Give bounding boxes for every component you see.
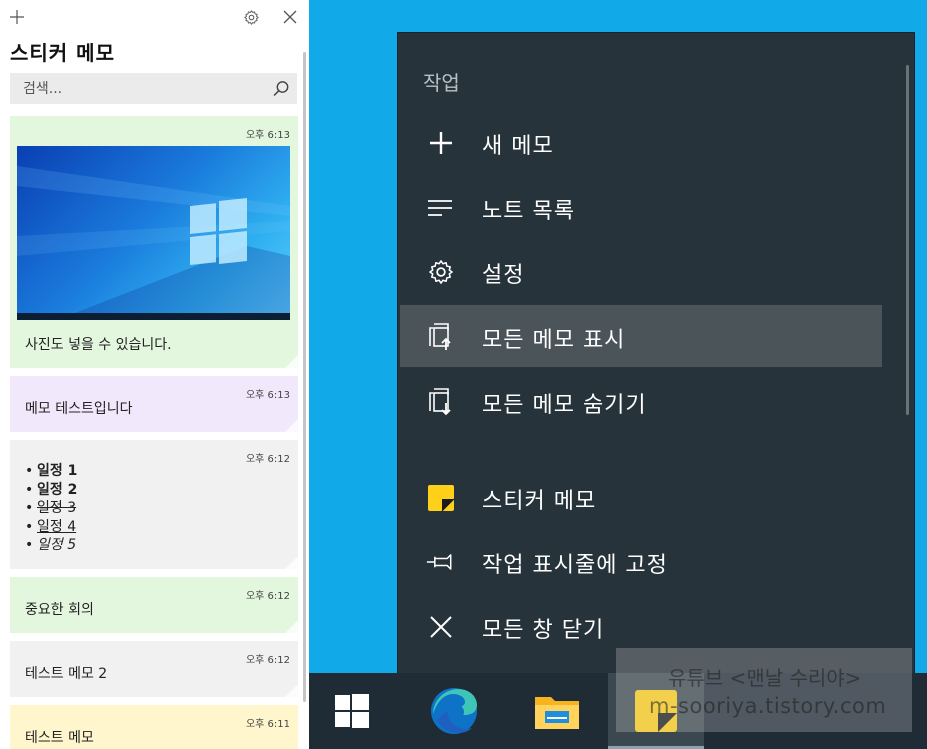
windows-wallpaper-image (17, 166, 290, 320)
jump-item-new-note[interactable]: 새 메모 (400, 111, 882, 173)
list-item: • 일정 4 (25, 518, 77, 535)
jump-list-heading: 작업 (423, 71, 460, 95)
jump-item-show-all-notes[interactable]: 모든 메모 표시 (400, 305, 882, 367)
sticky-notes-window: 스티커 메모 오후 6:13 사진도 넣을 수 있습니다. (0, 0, 307, 749)
jump-item-notes-list[interactable]: 노트 목록 (400, 176, 882, 238)
file-explorer-icon (535, 697, 579, 729)
hide-all-icon (426, 387, 456, 417)
note-image (17, 146, 290, 320)
watermark-line1: 유튜브 <맨날 수리야> (668, 666, 862, 690)
notes-scrollbar[interactable] (303, 52, 306, 702)
close-button[interactable] (276, 3, 304, 31)
note-card[interactable]: 오후 6:12 중요한 회의 (10, 577, 298, 633)
close-icon (283, 10, 297, 24)
plus-icon (10, 10, 24, 24)
taskbar-edge[interactable] (411, 673, 497, 749)
search-box[interactable] (10, 73, 297, 104)
note-corner (285, 419, 298, 432)
plus-icon (426, 128, 456, 158)
note-time: 오후 6:13 (245, 130, 290, 141)
jump-item-settings[interactable]: 설정 (400, 240, 882, 302)
list-item: • 일정 5 (25, 537, 77, 553)
jump-item-label: 설정 (482, 263, 525, 288)
gear-icon (426, 257, 456, 287)
jump-list-menu: 작업 새 메모 노트 목록 설정 모든 메모 표시 모든 메모 숨기기 스티커 … (397, 32, 915, 682)
pin-icon (426, 547, 456, 577)
app-title: 스티커 메모 (10, 41, 115, 65)
jump-item-label: 작업 표시줄에 고정 (482, 553, 668, 578)
note-card[interactable]: 오후 6:13 사진도 넣을 수 있습니다. (10, 116, 298, 368)
jump-item-label: 새 메모 (482, 134, 554, 159)
mini-taskbar (17, 313, 290, 320)
watermark-line2: m-sooriya.tistory.com (649, 694, 887, 718)
note-time: 오후 6:13 (245, 390, 290, 401)
list-item: • 일정 1 (25, 463, 78, 479)
jump-item-label: 모든 메모 표시 (482, 328, 626, 353)
note-bullet-list: • 일정 1 • 일정 2 • 일정 3 • 일정 4 • 일정 5 (25, 462, 77, 555)
jump-item-hide-all-notes[interactable]: 모든 메모 숨기기 (400, 370, 882, 432)
watermark: 유튜브 <맨날 수리야> m-sooriya.tistory.com (616, 648, 912, 732)
note-corner (285, 620, 298, 633)
jump-list-scrollbar[interactable] (906, 65, 909, 415)
note-card[interactable]: 오후 6:13 메모 테스트입니다 (10, 376, 298, 432)
show-all-icon (426, 322, 456, 352)
start-button[interactable] (309, 673, 395, 749)
search-icon[interactable] (271, 79, 291, 99)
settings-button[interactable] (237, 3, 265, 31)
close-icon (426, 612, 456, 642)
note-text: 테스트 메모 (25, 730, 94, 746)
jump-item-label: 모든 창 닫기 (482, 618, 605, 643)
note-time: 오후 6:12 (245, 454, 290, 465)
note-corner (285, 355, 298, 368)
note-card[interactable]: 오후 6:12 테스트 메모 2 (10, 641, 298, 697)
search-input[interactable] (10, 73, 260, 104)
gear-icon (243, 9, 259, 25)
note-card[interactable]: 오후 6:11 테스트 메모 (10, 705, 298, 749)
list-item: • 일정 2 (25, 481, 78, 498)
windows-start-icon (335, 694, 369, 728)
note-text: 사진도 넣을 수 있습니다. (25, 337, 172, 353)
note-card[interactable]: 오후 6:12 • 일정 1 • 일정 2 • 일정 3 • 일정 4 • 일정 5 (10, 440, 298, 569)
new-note-button[interactable] (3, 3, 31, 31)
jump-item-pin-to-taskbar[interactable]: 작업 표시줄에 고정 (400, 530, 882, 592)
note-corner (285, 556, 298, 569)
sticky-notes-app-icon (426, 483, 456, 513)
note-text: 메모 테스트입니다 (25, 401, 133, 417)
note-time: 오후 6:12 (245, 591, 290, 602)
edge-icon (431, 688, 477, 734)
jump-item-sticky-notes-app[interactable]: 스티커 메모 (400, 466, 882, 528)
list-icon (426, 193, 456, 223)
list-item: • 일정 3 (25, 500, 77, 516)
jump-item-label: 노트 목록 (482, 199, 575, 224)
note-time: 오후 6:11 (245, 719, 290, 730)
note-corner (285, 684, 298, 697)
note-text: 중요한 회의 (25, 602, 94, 618)
taskbar-file-explorer[interactable] (514, 673, 600, 749)
jump-item-label: 스티커 메모 (482, 489, 597, 514)
jump-item-label: 모든 메모 숨기기 (482, 393, 647, 418)
note-text: 테스트 메모 2 (25, 666, 108, 682)
note-time: 오후 6:12 (245, 655, 290, 666)
title-bar (0, 0, 307, 34)
